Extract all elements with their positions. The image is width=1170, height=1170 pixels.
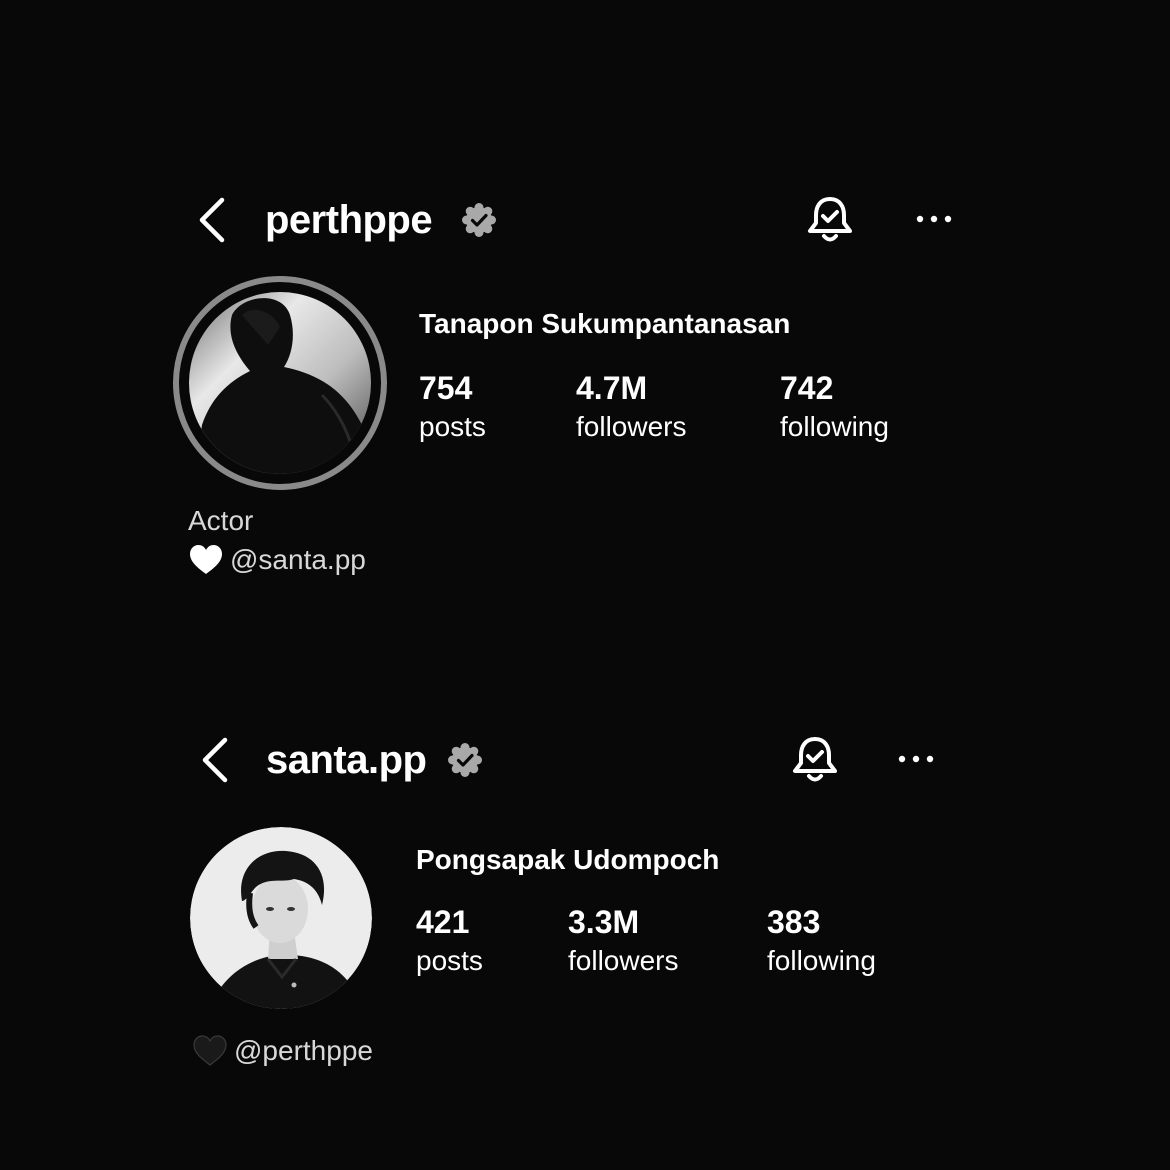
notification-bell-button[interactable] bbox=[805, 193, 855, 247]
back-button[interactable] bbox=[192, 190, 232, 250]
profile-full-name: Tanapon Sukumpantanasan bbox=[419, 308, 791, 339]
white-heart-icon bbox=[188, 543, 224, 577]
more-horizontal-icon bbox=[898, 755, 934, 763]
bio-mention-row: @perthppe bbox=[192, 1031, 373, 1071]
chevron-left-icon bbox=[199, 197, 225, 243]
posts-stat[interactable]: 754 posts bbox=[419, 369, 486, 447]
following-stat[interactable]: 742 following bbox=[780, 369, 889, 447]
more-horizontal-icon bbox=[916, 215, 952, 223]
posts-label: posts bbox=[419, 411, 486, 442]
following-count: 742 bbox=[780, 370, 834, 406]
following-label: following bbox=[780, 411, 889, 442]
bell-check-icon bbox=[793, 737, 837, 782]
black-heart-icon bbox=[192, 1034, 228, 1068]
posts-label: posts bbox=[416, 945, 483, 976]
profile-full-name: Pongsapak Udompoch bbox=[416, 844, 720, 875]
bio-mention-row: @santa.pp bbox=[188, 540, 366, 580]
more-options-button[interactable] bbox=[914, 209, 954, 229]
posts-count: 421 bbox=[416, 904, 470, 940]
mention-link[interactable]: @santa.pp bbox=[230, 544, 366, 576]
more-options-button[interactable] bbox=[896, 749, 936, 769]
followers-stat[interactable]: 4.7M followers bbox=[576, 369, 686, 447]
posts-stat[interactable]: 421 posts bbox=[416, 903, 483, 981]
profile-username: santa.pp bbox=[266, 738, 427, 782]
back-button[interactable] bbox=[195, 730, 235, 790]
followers-label: followers bbox=[568, 945, 679, 976]
following-stat[interactable]: 383 following bbox=[767, 903, 876, 981]
verified-badge-icon bbox=[461, 202, 497, 238]
profile-bio: Actor bbox=[188, 505, 254, 536]
verified-badge-icon bbox=[447, 742, 483, 778]
profile-header-santa: santa.pp Pongsapak Udompoch 421 posts 3.… bbox=[0, 600, 1170, 1170]
followers-stat[interactable]: 3.3M followers bbox=[568, 903, 678, 981]
profile-avatar[interactable] bbox=[172, 275, 388, 491]
profile-username: perthppe bbox=[265, 198, 433, 242]
followers-label: followers bbox=[576, 411, 687, 442]
following-label: following bbox=[767, 945, 876, 976]
bell-check-icon bbox=[808, 197, 852, 242]
mention-link[interactable]: @perthppe bbox=[234, 1035, 373, 1067]
chevron-left-icon bbox=[202, 737, 228, 783]
followers-count: 4.7M bbox=[576, 370, 648, 406]
notification-bell-button[interactable] bbox=[790, 733, 840, 787]
posts-count: 754 bbox=[419, 370, 473, 406]
profile-header-perthppe: perthppe Tanapon Sukumpantanasan 754 pos… bbox=[0, 0, 1170, 600]
following-count: 383 bbox=[767, 904, 821, 940]
followers-count: 3.3M bbox=[568, 904, 640, 940]
profile-avatar[interactable] bbox=[190, 827, 372, 1009]
